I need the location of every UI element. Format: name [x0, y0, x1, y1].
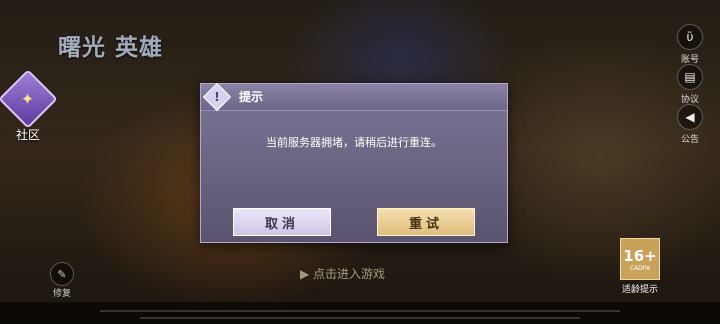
age-rating[interactable]: 16+ CADPA 适龄提示 [620, 238, 660, 295]
community-label: 社区 [15, 128, 40, 142]
warning-icon: ! [202, 82, 232, 112]
footer-text-line [100, 310, 620, 312]
dialog-header: ! 提示 [201, 82, 507, 112]
age-rating-value: 16+ [623, 246, 657, 265]
wrench-icon: ✎ [50, 262, 74, 286]
announcement-button[interactable]: ◀ 公告 [674, 104, 706, 145]
repair-button[interactable]: ✎ 修复 [48, 262, 76, 299]
repair-label: 修复 [52, 289, 71, 299]
agreement-icon: ▤ [677, 64, 703, 90]
play-arrow-icon: ▶ [300, 267, 314, 281]
cancel-button[interactable]: 取消 [233, 208, 331, 236]
age-rating-sub: CADPA [629, 264, 651, 272]
game-logo: 曙光 英雄 [58, 34, 164, 61]
age-rating-badge: 16+ CADPA [620, 238, 660, 280]
footer-text-line [140, 317, 580, 319]
announcement-icon: ◀ [677, 104, 703, 130]
agreement-button[interactable]: ▤ 协议 [674, 64, 706, 105]
age-rating-label: 适龄提示 [621, 285, 658, 295]
dialog-message: 当前服务器拥堵，请稍后进行重连。 [266, 136, 442, 149]
enter-game-prompt[interactable]: ▶ 点击进入游戏 [300, 265, 385, 282]
footer-legal [0, 302, 720, 324]
account-icon: ϋ [677, 24, 703, 50]
alert-dialog: ! 提示 当前服务器拥堵，请稍后进行重连。 取消 重试 [200, 82, 508, 243]
announcement-label: 公告 [680, 135, 699, 145]
account-button[interactable]: ϋ 账号 [674, 24, 706, 65]
enter-game-label: 点击进入游戏 [313, 267, 386, 281]
community-button[interactable]: ✦ 社区 [0, 69, 58, 143]
dialog-title: 提示 [239, 90, 264, 104]
retry-button[interactable]: 重试 [377, 208, 475, 236]
community-star-icon: ✦ [0, 69, 58, 129]
